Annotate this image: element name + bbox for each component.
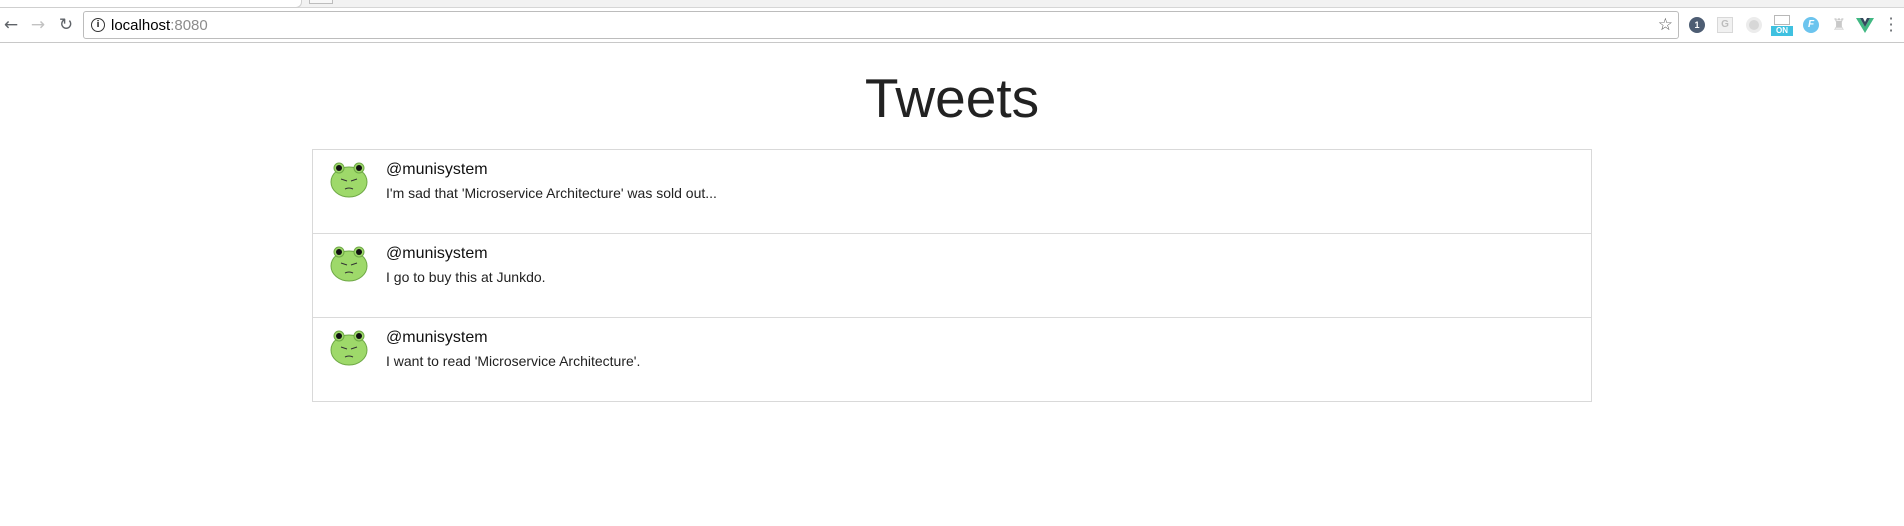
tweet-username: @munisystem	[386, 245, 488, 262]
puzzle-extension-icon[interactable]: ♜	[1831, 17, 1847, 33]
tweet-text: I want to read 'Microservice Architectur…	[386, 353, 641, 369]
page-title: Tweets	[864, 67, 1040, 129]
frog-avatar-icon	[330, 162, 368, 198]
star-icon[interactable]: ☆	[1658, 14, 1673, 36]
active-tab[interactable]	[0, 0, 302, 8]
back-arrow-icon[interactable]: ←	[0, 13, 22, 37]
onepassword-extension-icon[interactable]: 1	[1689, 17, 1705, 33]
info-icon[interactable]: i	[91, 18, 105, 32]
new-tab-button[interactable]	[309, 0, 333, 4]
url-text[interactable]: localhost:8080	[111, 17, 208, 34]
address-bar[interactable]: i localhost:8080 ☆	[83, 11, 1679, 39]
f-extension-icon[interactable]: F	[1803, 17, 1819, 33]
tweet-item: @munisystem I want to read 'Microservice…	[313, 317, 1591, 401]
tweet-username: @munisystem	[386, 161, 488, 178]
screen-icon	[1774, 15, 1790, 25]
url-host: localhost	[111, 17, 171, 34]
frog-avatar-icon	[330, 330, 368, 366]
frog-avatar-icon	[330, 246, 368, 282]
kebab-menu-icon[interactable]: · · ·	[1886, 11, 1896, 39]
tweet-text: I'm sad that 'Microservice Architecture'…	[386, 185, 717, 201]
forward-arrow-icon[interactable]: →	[27, 13, 49, 37]
tab-strip	[0, 0, 1904, 8]
grey-circle-extension-icon[interactable]	[1746, 17, 1762, 33]
vue-devtools-icon[interactable]	[1856, 17, 1874, 33]
grammar-extension-icon[interactable]: G	[1717, 17, 1733, 33]
tweet-list: @munisystem I'm sad that 'Microservice A…	[312, 149, 1592, 402]
tweet-text: I go to buy this at Junkdo.	[386, 269, 546, 285]
screen-on-extension-icon[interactable]: ON	[1771, 15, 1793, 37]
browser-toolbar: ← → ↻ i localhost:8080 ☆ 1 G ON F ♜ · · ·	[0, 8, 1904, 43]
tweet-item: @munisystem I'm sad that 'Microservice A…	[313, 150, 1591, 233]
reload-icon[interactable]: ↻	[55, 13, 77, 37]
on-badge: ON	[1771, 26, 1793, 36]
tweet-item: @munisystem I go to buy this at Junkdo.	[313, 233, 1591, 317]
url-port: :8080	[170, 17, 208, 34]
tweet-username: @munisystem	[386, 329, 488, 346]
